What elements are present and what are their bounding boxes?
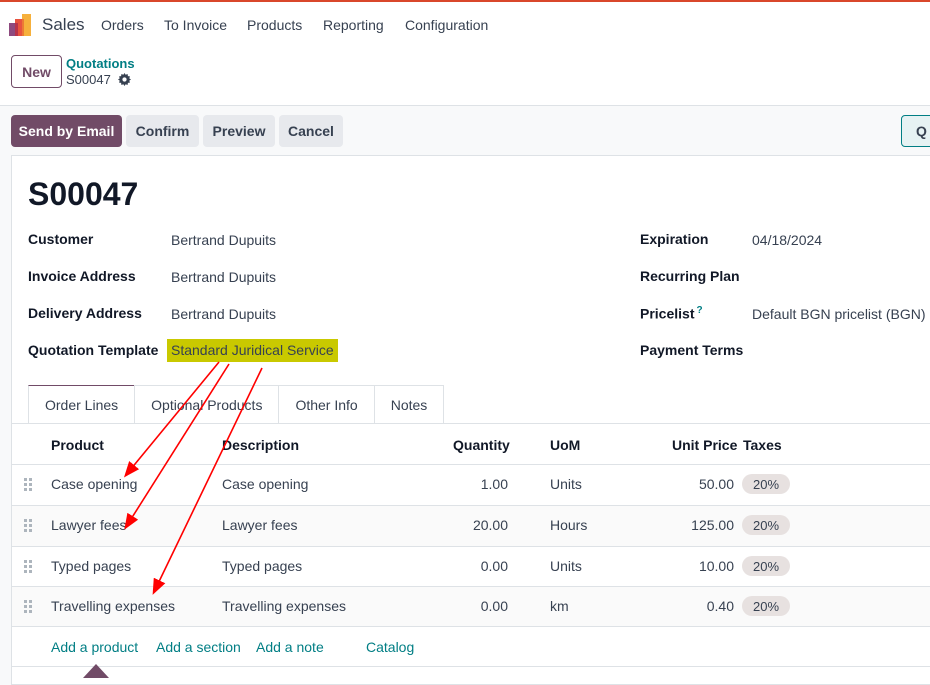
product-cell[interactable]: Typed pages <box>51 558 131 574</box>
menu-configuration[interactable]: Configuration <box>405 17 488 33</box>
drag-handle-icon[interactable] <box>24 519 34 533</box>
pricelist-field[interactable]: Default BGN pricelist (BGN) <box>752 306 925 322</box>
tab-notes[interactable]: Notes <box>373 385 445 423</box>
table-row[interactable]: Lawyer fees Lawyer fees 20.00 Hours 125.… <box>12 505 930 546</box>
column-header-description[interactable]: Description <box>222 437 299 453</box>
column-header-unit-price[interactable]: Unit Price <box>672 437 737 453</box>
menu-orders[interactable]: Orders <box>101 17 144 33</box>
column-header-taxes[interactable]: Taxes <box>743 437 782 453</box>
unit-price-cell[interactable]: 10.00 <box>654 558 734 574</box>
drag-handle-icon[interactable] <box>24 560 34 574</box>
tabs-divider <box>12 423 930 424</box>
tab-optional-products[interactable]: Optional Products <box>134 385 280 423</box>
control-panel: New Quotations S00047 <box>0 46 930 106</box>
quotation-template-label: Quotation Template <box>28 342 159 358</box>
customer-field[interactable]: Bertrand Dupuits <box>171 232 276 248</box>
status-button-partial[interactable]: Q <box>901 115 930 147</box>
drag-handle-icon[interactable] <box>24 478 34 492</box>
add-note-link[interactable]: Add a note <box>256 639 324 655</box>
recurring-plan-label: Recurring Plan <box>640 268 740 284</box>
quotation-template-field[interactable]: Standard Juridical Service <box>167 339 338 362</box>
form-sheet: S00047 Customer Bertrand Dupuits Invoice… <box>11 155 930 685</box>
breadcrumb-current: S00047 <box>66 72 111 87</box>
menu-to-invoice[interactable]: To Invoice <box>164 17 227 33</box>
description-cell[interactable]: Typed pages <box>222 558 302 574</box>
tax-badge: 20% <box>742 596 790 616</box>
uom-cell[interactable]: Units <box>550 476 582 492</box>
description-cell[interactable]: Travelling expenses <box>222 598 346 614</box>
tax-badge: 20% <box>742 515 790 535</box>
uom-cell[interactable]: Units <box>550 558 582 574</box>
quantity-cell[interactable]: 0.00 <box>448 598 508 614</box>
pricelist-label-text: Pricelist <box>640 305 695 322</box>
tab-other-info[interactable]: Other Info <box>278 385 375 423</box>
unit-price-cell[interactable]: 125.00 <box>654 517 734 533</box>
gear-icon[interactable] <box>118 73 131 86</box>
unit-price-cell[interactable]: 0.40 <box>654 598 734 614</box>
column-header-uom[interactable]: UoM <box>550 437 580 453</box>
table-row[interactable]: Travelling expenses Travelling expenses … <box>12 586 930 627</box>
action-bar: Send by Email Confirm Preview Cancel Q <box>0 107 930 155</box>
customer-label: Customer <box>28 231 94 247</box>
table-row[interactable]: Case opening Case opening 1.00 Units 50.… <box>12 464 930 505</box>
delivery-address-label: Delivery Address <box>28 305 142 321</box>
cancel-button[interactable]: Cancel <box>279 115 343 147</box>
product-cell[interactable]: Case opening <box>51 476 137 492</box>
add-product-link[interactable]: Add a product <box>51 639 138 655</box>
payment-terms-label: Payment Terms <box>640 342 744 358</box>
tab-order-lines[interactable]: Order Lines <box>28 385 136 423</box>
uom-cell[interactable]: Hours <box>550 517 587 533</box>
navbar: Sales Orders To Invoice Products Reporti… <box>0 2 930 46</box>
expiration-label: Expiration <box>640 231 709 247</box>
add-section-link[interactable]: Add a section <box>156 639 241 655</box>
preview-button[interactable]: Preview <box>203 115 275 147</box>
new-button[interactable]: New <box>11 55 62 88</box>
confirm-button[interactable]: Confirm <box>126 115 199 147</box>
description-cell[interactable]: Lawyer fees <box>222 517 297 533</box>
product-cell[interactable]: Lawyer fees <box>51 517 126 533</box>
app-name[interactable]: Sales <box>42 15 85 35</box>
invoice-address-label: Invoice Address <box>28 268 136 284</box>
order-title: S00047 <box>28 176 139 212</box>
uom-cell[interactable]: km <box>550 598 569 614</box>
breadcrumb-quotations[interactable]: Quotations <box>66 56 135 71</box>
description-cell[interactable]: Case opening <box>222 476 308 492</box>
product-cell[interactable]: Travelling expenses <box>51 598 175 614</box>
tooltip-pointer <box>83 664 109 678</box>
quantity-cell[interactable]: 1.00 <box>448 476 508 492</box>
notebook-tabs: Order Lines Optional Products Other Info… <box>28 385 445 423</box>
pricelist-label: Pricelist? <box>640 305 703 322</box>
column-header-product[interactable]: Product <box>51 437 104 453</box>
column-header-quantity[interactable]: Quantity <box>453 437 510 453</box>
table-row[interactable]: Typed pages Typed pages 0.00 Units 10.00… <box>12 546 930 587</box>
quantity-cell[interactable]: 20.00 <box>448 517 508 533</box>
quantity-cell[interactable]: 0.00 <box>448 558 508 574</box>
tax-badge: 20% <box>742 556 790 576</box>
drag-handle-icon[interactable] <box>24 600 34 614</box>
menu-products[interactable]: Products <box>247 17 302 33</box>
unit-price-cell[interactable]: 50.00 <box>654 476 734 492</box>
add-line-row: Add a product Add a section Add a note C… <box>12 626 930 667</box>
help-tooltip-icon[interactable]: ? <box>696 305 702 316</box>
menu-reporting[interactable]: Reporting <box>323 17 384 33</box>
send-by-email-button[interactable]: Send by Email <box>11 115 122 147</box>
delivery-address-field[interactable]: Bertrand Dupuits <box>171 306 276 322</box>
invoice-address-field[interactable]: Bertrand Dupuits <box>171 269 276 285</box>
tax-badge: 20% <box>742 474 790 494</box>
expiration-field[interactable]: 04/18/2024 <box>752 232 822 248</box>
catalog-link[interactable]: Catalog <box>366 639 414 655</box>
sales-app-logo-icon[interactable] <box>9 14 33 36</box>
